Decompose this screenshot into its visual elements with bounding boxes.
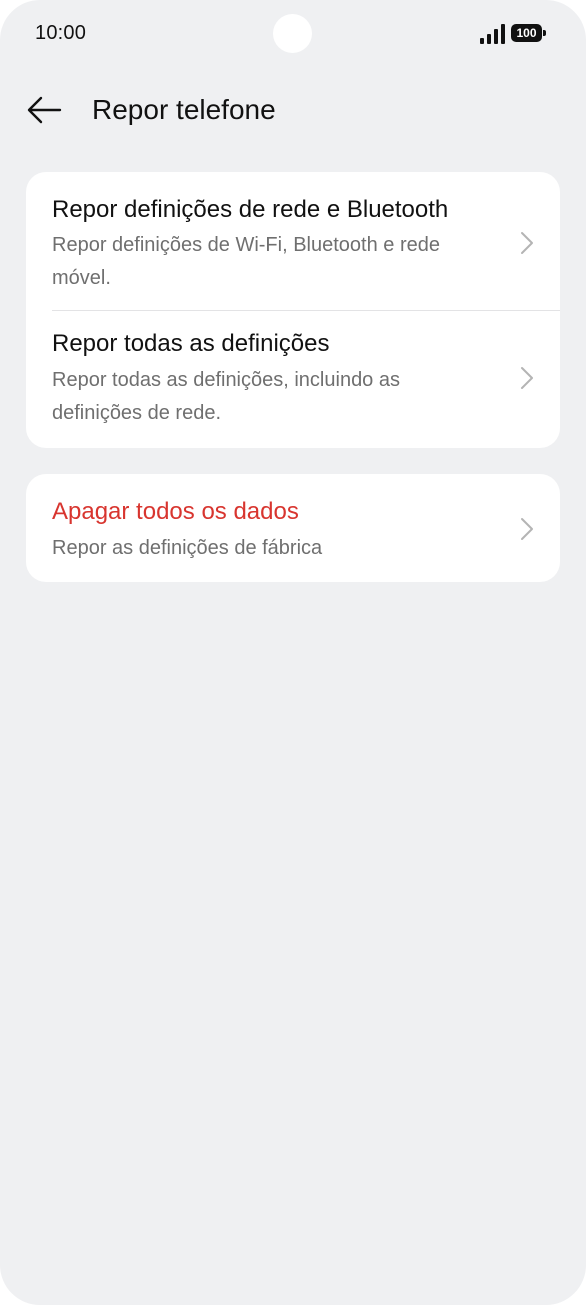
- erase-all-data-subtitle: Repor as definições de fábrica: [52, 537, 323, 559]
- network-reset-title: Repor definições de rede e Bluetooth: [52, 196, 449, 223]
- header: Repor telefone: [0, 80, 586, 140]
- reset-all-settings-subtitle: Repor todas as definições, incluindo as …: [52, 369, 400, 424]
- phone-screen: 10:00 100 Repor telefone Repor definiçõe…: [0, 0, 586, 1305]
- camera-cutout: [273, 14, 312, 53]
- erase-data-card: Apagar todos os dados Repor as definiçõe…: [26, 474, 560, 582]
- battery-icon: 100: [511, 24, 546, 42]
- battery-level: 100: [511, 24, 542, 42]
- status-time: 10:00: [35, 22, 87, 44]
- network-reset-item[interactable]: Repor definições de rede e Bluetooth Rep…: [26, 172, 560, 310]
- page-title: Repor telefone: [92, 94, 276, 125]
- reset-options-card: Repor definições de rede e Bluetooth Rep…: [26, 172, 560, 448]
- erase-all-data-title: Apagar todos os dados: [52, 498, 299, 525]
- erase-all-data-item[interactable]: Apagar todos os dados Repor as definiçõe…: [26, 474, 560, 582]
- chevron-right-icon: [521, 232, 533, 254]
- signal-strength-icon: [480, 24, 505, 44]
- chevron-right-icon: [521, 367, 533, 389]
- network-reset-subtitle: Repor definições de Wi-Fi, Bluetooth e r…: [52, 234, 440, 289]
- back-arrow-icon[interactable]: [24, 92, 64, 128]
- reset-all-settings-item[interactable]: Repor todas as definições Repor todas as…: [26, 311, 560, 448]
- chevron-right-icon: [521, 518, 533, 540]
- battery-tip: [543, 30, 546, 36]
- status-bar: 10:00 100: [0, 0, 586, 68]
- reset-all-settings-title: Repor todas as definições: [52, 330, 330, 357]
